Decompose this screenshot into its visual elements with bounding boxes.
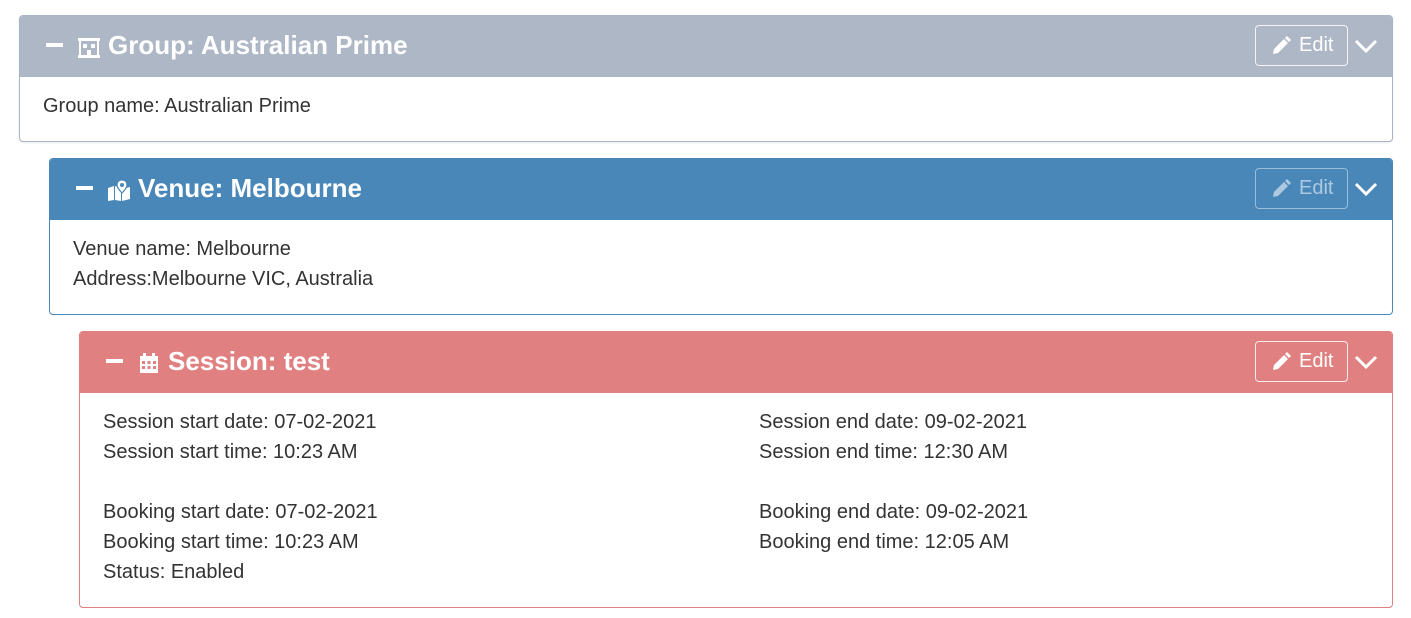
chevron-down-icon[interactable] [1354,38,1378,54]
venue-address-field: Address:Melbourne VIC, Australia [73,268,374,290]
venue-name-field: Venue name: Melbourne [73,238,291,260]
booking-end-time: Booking end time: 12:05 AM [759,531,1010,553]
venue-panel: Venue: Melbourne Edit Venue name: Melbou… [49,158,1393,315]
session-end-time: Session end time: 12:30 AM [759,441,1009,463]
venue-collapse-button[interactable] [76,186,93,190]
venue-title: Venue: Melbourne [138,173,362,203]
pencil-icon [1273,179,1291,197]
session-panel: Session: test Edit Session start date: 0… [79,331,1393,608]
pencil-icon [1273,352,1291,370]
session-edit-button[interactable]: Edit [1255,341,1348,382]
session-start-date: Session start date: 07-02-2021 [103,411,377,433]
group-edit-button[interactable]: Edit [1255,25,1348,66]
session-edit-label: Edit [1299,350,1334,372]
session-details-left: Session start date: 07-02-2021 Session s… [103,407,378,587]
group-panel-heading: Group: Australian Prime Edit [20,16,1392,77]
venue-edit-label: Edit [1299,177,1334,199]
session-collapse-button[interactable] [106,359,123,363]
booking-start-date: Booking start date: 07-02-2021 [103,501,378,523]
building-icon [78,38,100,58]
group-panel-body: Group name: Australian Prime [20,77,1392,121]
session-panel-heading: Session: test Edit [80,332,1392,393]
chevron-down-icon[interactable] [1354,354,1378,370]
group-title: Group: Australian Prime [108,30,408,60]
chevron-down-icon[interactable] [1354,181,1378,197]
session-details-right: Session end date: 09-02-2021 Session end… [759,407,1028,557]
session-title: Session: test [168,346,330,376]
venue-panel-body: Venue name: Melbourne Address:Melbourne … [50,220,1392,294]
booking-end-date: Booking end date: 09-02-2021 [759,501,1029,523]
venue-edit-button[interactable]: Edit [1255,168,1348,209]
group-name-field: Group name: Australian Prime [43,95,311,117]
calendar-icon [140,353,158,373]
group-edit-label: Edit [1299,34,1334,56]
pencil-icon [1273,36,1291,54]
group-panel: Group: Australian Prime Edit Group name:… [19,15,1393,142]
venue-panel-heading: Venue: Melbourne Edit [50,159,1392,220]
session-end-date: Session end date: 09-02-2021 [759,411,1027,433]
session-status: Status: Enabled [103,561,245,583]
group-collapse-button[interactable] [46,43,63,47]
session-panel-body: Session start date: 07-02-2021 Session s… [80,393,1392,583]
map-marker-icon [108,179,130,201]
booking-start-time: Booking start time: 10:23 AM [103,531,359,553]
session-start-time: Session start time: 10:23 AM [103,441,358,463]
